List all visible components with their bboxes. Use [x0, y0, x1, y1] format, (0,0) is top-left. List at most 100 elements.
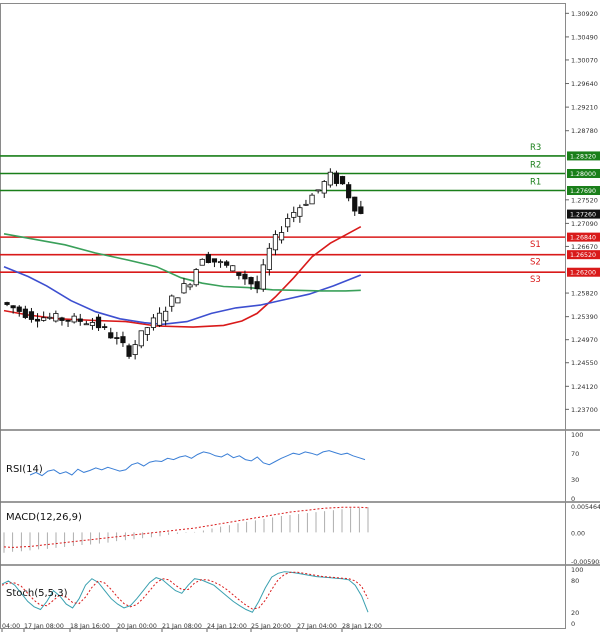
macd-label: MACD(12,26,9) — [6, 512, 82, 523]
candle-body — [303, 203, 309, 206]
price-tick-label: 1.24970 — [571, 336, 598, 344]
time-tick-label: 25 Jan 20:00 — [251, 623, 291, 630]
candle-body — [278, 232, 285, 241]
candle-body — [315, 189, 321, 192]
candle-body — [224, 261, 230, 266]
price-tick-label: 1.27520 — [571, 196, 598, 204]
candle-body — [16, 306, 22, 312]
candle-body — [291, 212, 297, 218]
price-tick-label: 1.28780 — [571, 127, 598, 135]
price-tick-label: 1.25390 — [571, 313, 598, 321]
candle-body — [34, 318, 41, 322]
candle-body — [205, 254, 211, 263]
candle-body — [41, 317, 47, 321]
candle-body — [95, 316, 102, 329]
price-tick-label: 1.29640 — [571, 80, 598, 88]
candle — [193, 268, 199, 287]
candle-body — [333, 172, 340, 184]
time-tick-label: 20 Jan 00:00 — [117, 623, 157, 630]
candle-body — [71, 315, 77, 323]
candle-body — [120, 336, 126, 344]
candle-body — [53, 313, 59, 322]
candle-body — [102, 326, 108, 328]
candle-body — [358, 206, 364, 214]
macd-tick-label: 0.005464 — [571, 504, 600, 511]
time-tick-label: 21 Jan 08:00 — [162, 623, 202, 630]
price-tick-label: 1.23700 — [571, 406, 598, 414]
price-chart: R3 1.28320 R2 1.28000 R1 1.27690 S1 1.26840 S2 1.… — [0, 0, 600, 638]
candle-body — [28, 311, 35, 320]
stoch-label: Stoch(5,5,3) — [6, 588, 68, 599]
candle-body — [260, 264, 266, 290]
candle-body — [339, 176, 346, 185]
price-tick-label: 1.30920 — [571, 10, 598, 18]
candle-body — [175, 297, 181, 304]
chart-window: R3 1.28320 R2 1.28000 R1 1.27690 S1 1.26840 S2 1.… — [0, 0, 600, 638]
candle-body — [47, 316, 53, 319]
candle — [126, 343, 132, 359]
candle-body — [138, 330, 144, 347]
time-tick-label: 24 Jan 12:00 — [207, 623, 247, 630]
candle-body — [193, 269, 199, 286]
level-label-r1: 1.27690 — [570, 188, 596, 195]
candle-body — [352, 196, 358, 212]
candle-body — [236, 272, 242, 276]
macd-tick-label: -0.005908 — [571, 559, 600, 566]
candle-body — [163, 310, 169, 322]
rsi-label: RSI(14) — [6, 464, 43, 475]
level-name-s2: S2 — [530, 258, 541, 268]
time-tick-label: 04:00 — [2, 623, 20, 630]
price-tick-label: 1.30490 — [571, 33, 598, 41]
price-tick-label: 1.27090 — [571, 220, 598, 228]
candle-body — [108, 332, 114, 339]
candle-body — [156, 312, 163, 326]
level-label-r3: 1.28320 — [570, 153, 596, 160]
candle-body — [10, 305, 16, 309]
candle — [230, 265, 236, 272]
price-tick-label: 1.29210 — [571, 104, 598, 112]
price-tick-label: 1.30070 — [571, 56, 598, 64]
current-price-label: 1.27260 — [570, 212, 596, 219]
candle-body — [181, 283, 187, 294]
level-label-s2: 1.26520 — [570, 252, 596, 259]
time-tick-label: 28 Jan 12:00 — [342, 623, 382, 630]
candle-body — [89, 322, 96, 326]
candle-body — [242, 273, 248, 280]
candle-body — [346, 184, 352, 199]
time-tick-label: 27 Jan 04:00 — [297, 623, 337, 630]
time-tick-label: 17 Jan 08:00 — [24, 623, 64, 630]
level-label-r2: 1.28000 — [570, 171, 596, 178]
candle-body — [327, 171, 333, 186]
price-tick-label: 1.26670 — [571, 243, 598, 251]
candle-body — [266, 247, 272, 270]
candle-body — [254, 281, 260, 290]
candle-body — [187, 284, 193, 288]
macd-tick-label: 0.00 — [571, 530, 585, 537]
price-tick-label: 1.25820 — [571, 290, 598, 298]
candle-body — [199, 258, 205, 266]
level-name-r3: R3 — [530, 143, 541, 153]
candle-body — [309, 194, 315, 205]
candle-body — [169, 295, 175, 307]
rsi-tick-label: 30 — [571, 476, 579, 484]
candle-body — [248, 277, 254, 285]
candle-body — [83, 323, 89, 326]
candle-body — [297, 207, 303, 217]
candle-body — [4, 302, 10, 305]
stoch-tick-label: 0 — [571, 620, 575, 628]
price-tick-label: 1.24550 — [571, 359, 598, 367]
candle-body — [126, 345, 132, 357]
level-name-s3: S3 — [530, 275, 541, 285]
candle — [339, 175, 346, 185]
stoch-tick-label: 80 — [571, 577, 579, 585]
candle-body — [150, 317, 157, 328]
level-label-s1: 1.26840 — [570, 235, 596, 242]
candle-body — [65, 319, 71, 322]
level-name-r2: R2 — [530, 160, 541, 170]
candle — [199, 258, 205, 266]
candle-body — [132, 344, 138, 355]
candle-body — [217, 261, 224, 264]
level-name-s1: S1 — [530, 240, 541, 250]
candle-body — [285, 218, 291, 228]
level-label-s3: 1.26200 — [570, 270, 596, 277]
